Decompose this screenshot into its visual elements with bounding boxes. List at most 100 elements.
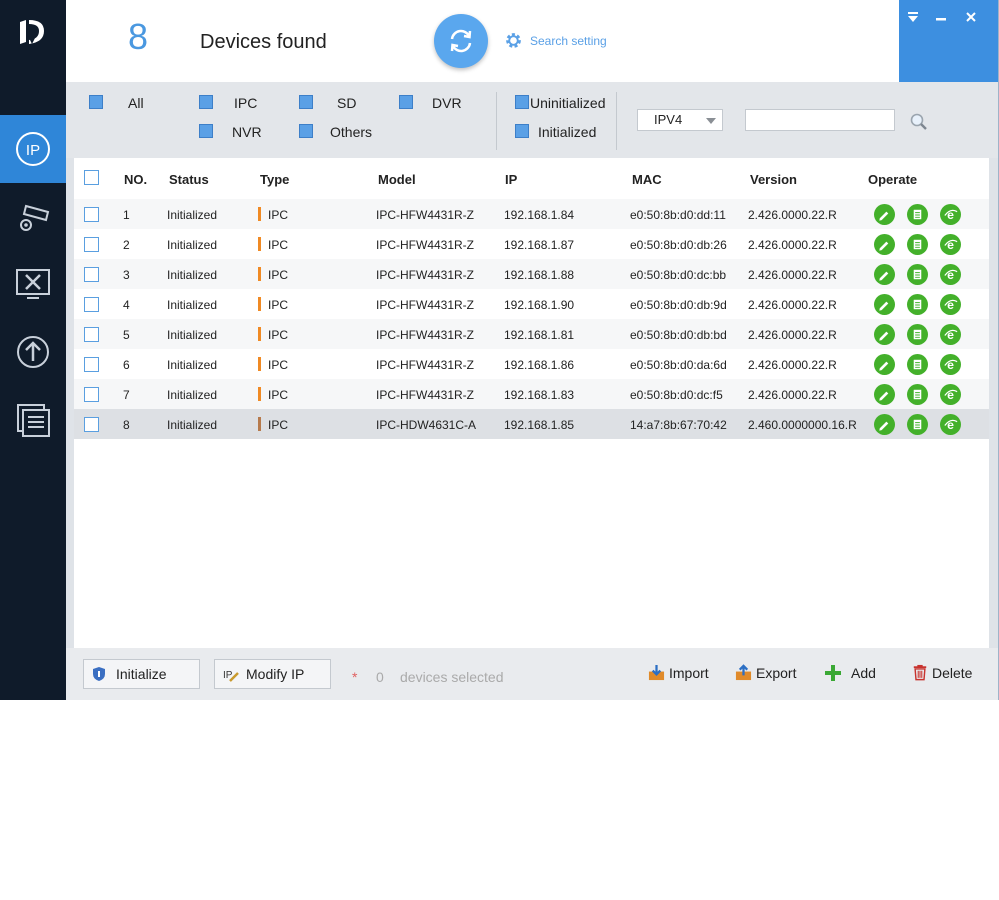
sidebar-item-documents[interactable] — [0, 385, 66, 453]
row-checkbox[interactable] — [84, 417, 99, 432]
type-indicator — [258, 417, 261, 431]
selected-count: 0 — [376, 669, 384, 685]
row-checkbox[interactable] — [84, 327, 99, 342]
search-input[interactable] — [745, 109, 895, 131]
filter-all-checkbox[interactable] — [89, 95, 103, 109]
browser-button[interactable]: e — [940, 294, 961, 315]
refresh-button[interactable] — [434, 14, 488, 68]
modify-ip-label: Modify IP — [246, 666, 305, 682]
type-indicator — [258, 387, 261, 401]
menu-dropdown-button[interactable] — [903, 10, 923, 28]
row-checkbox[interactable] — [84, 237, 99, 252]
ip-icon: IP — [16, 132, 50, 166]
delete-label: Delete — [932, 664, 973, 681]
row-checkbox[interactable] — [84, 207, 99, 222]
web-page-button[interactable] — [907, 264, 928, 285]
sidebar-item-system-settings[interactable] — [0, 250, 66, 318]
web-page-button[interactable] — [907, 294, 928, 315]
cell-no: 2 — [123, 238, 130, 252]
cell-ip: 192.168.1.90 — [504, 298, 575, 312]
edit-ip-icon: IP — [223, 670, 239, 682]
browser-button[interactable]: e — [940, 354, 961, 375]
app-logo-icon — [14, 14, 50, 50]
filter-nvr-label: NVR — [232, 124, 262, 140]
browser-icon: e — [944, 208, 958, 222]
row-checkbox[interactable] — [84, 297, 99, 312]
table-row[interactable]: 5 Initialized IPC IPC-HFW4431R-Z 192.168.1.8… — [74, 319, 989, 349]
edit-button[interactable] — [874, 264, 895, 285]
search-setting-button[interactable]: Search setting — [504, 31, 607, 50]
export-icon — [735, 664, 752, 681]
minimize-button[interactable] — [931, 10, 951, 28]
web-page-button[interactable] — [907, 384, 928, 405]
cell-model: IPC-HFW4431R-Z — [376, 238, 475, 252]
initialize-button[interactable]: Initialize — [83, 659, 200, 689]
edit-button[interactable] — [874, 234, 895, 255]
filter-others-label: Others — [330, 124, 373, 140]
search-button[interactable] — [909, 112, 929, 132]
filter-initialized-label: Initialized — [538, 124, 597, 140]
browser-button[interactable]: e — [940, 384, 961, 405]
table-row[interactable]: 1 Initialized IPC IPC-HFW4431R-Z 192.168.1.8… — [74, 199, 989, 229]
table-row[interactable]: 4 Initialized IPC IPC-HFW4431R-Z 192.168.1.9… — [74, 289, 989, 319]
browser-button[interactable]: e — [940, 264, 961, 285]
table-row[interactable]: 7 Initialized IPC IPC-HFW4431R-Z 192.168.1.8… — [74, 379, 989, 409]
cell-ip: 192.168.1.85 — [504, 418, 575, 432]
cell-status: Initialized — [167, 268, 218, 282]
header: 8 Devices found Search setting — [66, 0, 998, 82]
browser-button[interactable]: e — [940, 414, 961, 435]
cell-mac: e0:50:8b:d0:dc:f5 — [630, 388, 723, 402]
export-label: Export — [756, 664, 797, 681]
filter-sd-checkbox[interactable] — [299, 95, 313, 109]
row-checkbox[interactable] — [84, 387, 99, 402]
filter-dvr-checkbox[interactable] — [399, 95, 413, 109]
web-page-icon — [913, 389, 922, 400]
sidebar-item-upgrade[interactable] — [0, 318, 66, 386]
type-indicator — [258, 267, 261, 281]
upgrade-icon — [17, 336, 49, 368]
edit-button[interactable] — [874, 354, 895, 375]
row-checkbox[interactable] — [84, 357, 99, 372]
table-row[interactable]: 8 Initialized IPC IPC-HDW4631C-A 192.168.1.8… — [74, 409, 989, 439]
table-row[interactable]: 6 Initialized IPC IPC-HFW4431R-Z 192.168.1.8… — [74, 349, 989, 379]
edit-button[interactable] — [874, 384, 895, 405]
row-checkbox[interactable] — [84, 267, 99, 282]
web-page-button[interactable] — [907, 324, 928, 345]
table-header: NO. Status Type Model IP MAC Version Ope… — [74, 158, 989, 196]
web-page-icon — [913, 329, 922, 340]
edit-button[interactable] — [874, 294, 895, 315]
edit-button[interactable] — [874, 414, 895, 435]
sidebar-item-device-config[interactable] — [0, 183, 66, 251]
edit-button[interactable] — [874, 324, 895, 345]
ip-version-select[interactable]: IPV4 — [637, 109, 723, 131]
modify-ip-button[interactable]: IP Modify IP — [214, 659, 331, 689]
table-row[interactable]: 3 Initialized IPC IPC-HFW4431R-Z 192.168.1.8… — [74, 259, 989, 289]
web-page-button[interactable] — [907, 414, 928, 435]
type-indicator — [258, 327, 261, 341]
svg-text:IP: IP — [26, 142, 40, 159]
web-page-button[interactable] — [907, 234, 928, 255]
export-button[interactable]: Export — [735, 664, 796, 681]
cell-type: IPC — [268, 268, 289, 282]
close-button[interactable] — [961, 10, 981, 28]
cell-no: 3 — [123, 268, 130, 282]
add-button[interactable]: Add — [824, 664, 876, 682]
delete-button[interactable]: Delete — [912, 664, 972, 681]
filter-initialized-checkbox[interactable] — [515, 124, 529, 138]
filter-uninitialized-checkbox[interactable] — [515, 95, 529, 109]
sidebar-item-ip-modify[interactable]: IP — [0, 115, 66, 183]
column-header-status: Status — [169, 172, 209, 187]
browser-button[interactable]: e — [940, 234, 961, 255]
edit-button[interactable] — [874, 204, 895, 225]
filter-ipc-checkbox[interactable] — [199, 95, 213, 109]
select-all-checkbox[interactable] — [84, 170, 99, 185]
cell-version: 2.426.0000.22.R — [748, 238, 837, 252]
web-page-button[interactable] — [907, 354, 928, 375]
table-row[interactable]: 2 Initialized IPC IPC-HFW4431R-Z 192.168.1.8… — [74, 229, 989, 259]
filter-others-checkbox[interactable] — [299, 124, 313, 138]
web-page-button[interactable] — [907, 204, 928, 225]
browser-button[interactable]: e — [940, 324, 961, 345]
browser-button[interactable]: e — [940, 204, 961, 225]
import-button[interactable]: Import — [648, 664, 709, 681]
filter-nvr-checkbox[interactable] — [199, 124, 213, 138]
